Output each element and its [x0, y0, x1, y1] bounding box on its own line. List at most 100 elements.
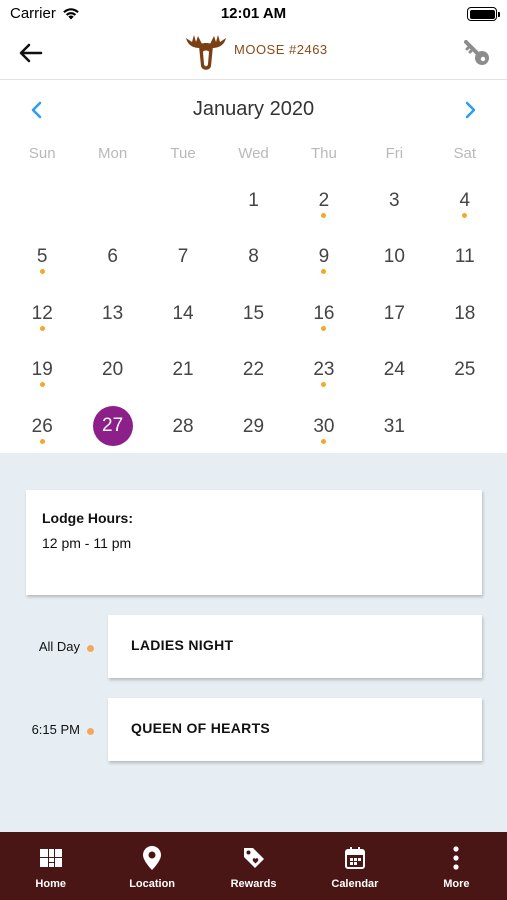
calendar-empty-cell: [7, 173, 77, 229]
calendar-day[interactable]: 1: [218, 173, 288, 229]
calendar-day-number: 12: [31, 302, 53, 324]
next-month-button[interactable]: [457, 96, 485, 124]
calendar-day-number: 18: [454, 302, 476, 324]
weekday-header: Sun Mon Tue Wed Thu Fri Sat: [7, 145, 500, 162]
event-card[interactable]: QUEEN OF HEARTS: [108, 698, 482, 761]
weekday-label: Fri: [385, 145, 404, 162]
tab-home-label: Home: [35, 878, 66, 890]
weekday-label: Sun: [28, 145, 56, 162]
event-indicator-dot: [39, 438, 45, 444]
calendar-day-number: 29: [242, 415, 265, 437]
calendar-day[interactable]: 29: [218, 399, 288, 455]
calendar-day[interactable]: 3: [359, 173, 429, 229]
calendar-day-number: 21: [172, 359, 194, 381]
calendar-day[interactable]: 23: [289, 342, 359, 398]
calendar-day-number: 14: [172, 302, 194, 324]
app-header: MOOSE #2463: [0, 28, 507, 80]
calendar-day[interactable]: 26: [7, 399, 77, 455]
calendar-day[interactable]: 13: [77, 286, 147, 342]
calendar-day[interactable]: 22: [218, 342, 288, 398]
tab-more[interactable]: More: [406, 832, 507, 900]
calendar-day-number: 20: [102, 359, 124, 381]
calendar-day[interactable]: 18: [430, 286, 500, 342]
month-title: January 2020: [192, 98, 315, 120]
event-time: All Day: [38, 639, 80, 654]
back-button[interactable]: [16, 38, 46, 68]
key-icon: [464, 40, 489, 65]
calendar-day-number: 23: [313, 359, 335, 381]
tab-location[interactable]: Location: [101, 832, 202, 900]
event-dot: [87, 645, 94, 652]
calendar-day-number: 31: [383, 415, 405, 437]
calendar-day[interactable]: 9: [289, 229, 359, 285]
day-events-panel: Lodge Hours: 12 pm - 11 pm All Day LADIE…: [0, 453, 507, 832]
arrow-left-icon: [19, 43, 43, 63]
tab-home[interactable]: Home: [0, 832, 101, 900]
calendar-day[interactable]: 11: [430, 229, 500, 285]
calendar-day-number: 11: [454, 246, 475, 268]
lodge-brand: MOOSE #2463: [184, 32, 328, 72]
weekday-label: Sat: [453, 145, 476, 162]
calendar-day[interactable]: 2: [289, 173, 359, 229]
calendar-day[interactable]: 28: [148, 399, 218, 455]
calendar-day-number: 15: [242, 302, 265, 324]
more-vertical-icon: [444, 846, 468, 870]
calendar-day-number: 1: [248, 190, 259, 211]
calendar-day[interactable]: 10: [359, 229, 429, 285]
weekday-label: Wed: [238, 145, 269, 162]
calendar-day[interactable]: 7: [148, 229, 218, 285]
calendar-day-number: 16: [313, 302, 335, 324]
location-pin-icon: [140, 846, 164, 870]
status-time: 12:01 AM: [220, 5, 287, 22]
event-indicator-dot: [39, 382, 45, 388]
battery-icon: [467, 7, 500, 21]
calendar-day[interactable]: 6: [77, 229, 147, 285]
lodge-hours-value: 12 pm - 11 pm: [42, 535, 132, 551]
member-key-button[interactable]: [461, 38, 493, 68]
calendar-day-number: 13: [102, 302, 124, 324]
calendar-day[interactable]: 31: [359, 399, 429, 455]
calendar-day[interactable]: 15: [218, 286, 288, 342]
calendar-day[interactable]: 17: [359, 286, 429, 342]
calendar-day[interactable]: 25: [430, 342, 500, 398]
calendar-day[interactable]: 21: [148, 342, 218, 398]
calendar-day[interactable]: 30: [289, 399, 359, 455]
calendar-day[interactable]: 14: [148, 286, 218, 342]
event-dot: [87, 728, 94, 735]
moose-logo-icon: [186, 35, 226, 70]
calendar-day-number: 6: [107, 246, 118, 268]
tab-location-label: Location: [129, 878, 176, 890]
event-indicator-dot: [39, 325, 45, 331]
tab-rewards[interactable]: Rewards: [203, 832, 304, 900]
calendar-grid: 1 2 3 4 5 6 7 8 9 10 11 12 13 14 15 16 17 18 19 20 21 22 23 24 2…: [7, 173, 500, 455]
tab-calendar[interactable]: Calendar: [304, 832, 405, 900]
chevron-right-icon: [465, 101, 476, 119]
lodge-hours-title: Lodge Hours:: [42, 510, 133, 526]
bottom-tab-bar: Home Location Rewards Calendar More: [0, 832, 507, 900]
calendar-day[interactable]: 16: [289, 286, 359, 342]
tab-calendar-label: Calendar: [331, 878, 379, 890]
calendar-icon: [343, 846, 367, 870]
calendar-day[interactable]: 4: [430, 173, 500, 229]
lodge-name: MOOSE #2463: [234, 41, 328, 57]
calendar-day[interactable]: 12: [7, 286, 77, 342]
calendar-day-number: 2: [318, 190, 330, 211]
lodge-hours-card: Lodge Hours: 12 pm - 11 pm: [26, 490, 482, 595]
calendar-day-number: 25: [454, 359, 476, 381]
calendar-day-number: 22: [242, 359, 265, 381]
calendar-day[interactable]: 8: [218, 229, 288, 285]
calendar-day-number: 30: [313, 415, 335, 437]
event-card[interactable]: LADIES NIGHT: [108, 615, 482, 678]
tag-icon: [242, 846, 266, 870]
calendar-day[interactable]: 19: [7, 342, 77, 398]
calendar-day-number: 28: [172, 415, 194, 437]
calendar-day-number: 10: [383, 246, 405, 268]
calendar-day-selected[interactable]: 27: [77, 399, 147, 455]
event-row: 6:15 PM QUEEN OF HEARTS: [0, 698, 507, 761]
calendar-day[interactable]: 5: [7, 229, 77, 285]
calendar-day[interactable]: 24: [359, 342, 429, 398]
calendar-day[interactable]: 20: [77, 342, 147, 398]
weekday-label: Thu: [310, 145, 337, 162]
event-row: All Day LADIES NIGHT: [0, 615, 507, 678]
calendar-day-number: 19: [31, 359, 53, 381]
